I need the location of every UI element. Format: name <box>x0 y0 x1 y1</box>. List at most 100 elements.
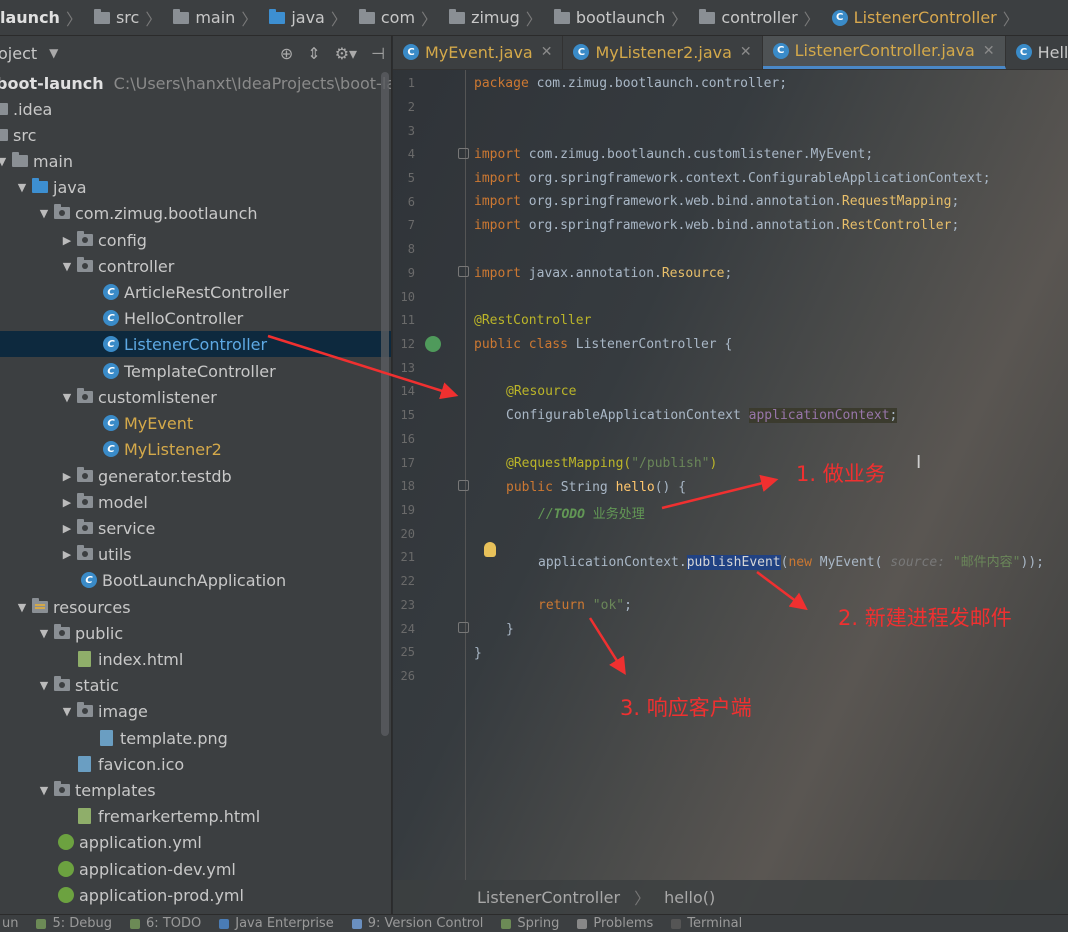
tree-item-application-yml[interactable]: application.yml <box>0 829 391 855</box>
tree-item-index-html[interactable]: index.html <box>0 646 391 672</box>
expand-arrow-icon[interactable]: ▼ <box>38 679 50 692</box>
close-icon[interactable]: ✕ <box>983 43 995 59</box>
project-view-selector[interactable]: oject <box>0 44 37 63</box>
tab-myevent[interactable]: C MyEvent.java ✕ <box>393 36 564 69</box>
close-icon[interactable]: ✕ <box>740 44 752 60</box>
code-line-9[interactable]: import javax.annotation.Resource; <box>474 266 732 281</box>
lightbulb-icon[interactable] <box>484 542 496 557</box>
toolbar-problems[interactable]: Problems <box>577 916 653 931</box>
fold-marker-icon[interactable] <box>458 266 469 277</box>
tree-item-config[interactable]: ▶ config <box>0 227 391 253</box>
collapse-arrow-icon[interactable]: ▶ <box>61 470 73 483</box>
close-icon[interactable]: ✕ <box>541 44 553 60</box>
toolbar-version-control[interactable]: 9: Version Control <box>351 916 483 931</box>
tree-item-myevent[interactable]: C MyEvent <box>0 410 391 436</box>
tree-item-fremarkertemp[interactable]: fremarkertemp.html <box>0 803 391 829</box>
settings-gear-icon[interactable]: ⚙▾ <box>335 44 357 63</box>
tree-item-java[interactable]: ▼ java <box>0 174 391 200</box>
code-line-17[interactable]: @RequestMapping("/publish") <box>506 456 717 471</box>
hide-panel-icon[interactable]: ⊣ <box>371 44 385 63</box>
fold-marker-icon[interactable] <box>458 480 469 491</box>
tree-item-hello-controller[interactable]: C HelloController <box>0 305 391 331</box>
nav-crumb-bootlaunch[interactable]: bootlaunch 〉 <box>542 6 687 30</box>
expand-arrow-icon[interactable]: ▼ <box>38 627 50 640</box>
tree-item-templates[interactable]: ▼ templates <box>0 777 391 803</box>
tree-item-controller[interactable]: ▼ controller <box>0 253 391 279</box>
code-line-21[interactable]: applicationContext.publishEvent(new MyEv… <box>538 551 1044 570</box>
tree-item-generator-testdb[interactable]: ▶ generator.testdb <box>0 463 391 489</box>
tab-hello-controller[interactable]: C HelloCont <box>1006 36 1068 69</box>
tree-item-listener-controller[interactable]: C ListenerController <box>0 331 391 357</box>
code-line-12[interactable]: public class ListenerController { <box>474 337 732 352</box>
tree-item-boot-launch-application[interactable]: C BootLaunchApplication <box>0 567 391 593</box>
tree-item-idea[interactable]: .idea <box>0 96 391 122</box>
code-line-1[interactable]: package com.zimug.bootlaunch.controller; <box>474 76 787 91</box>
expand-arrow-icon[interactable]: ▼ <box>16 601 28 614</box>
nav-crumb-main[interactable]: main 〉 <box>161 6 257 30</box>
code-line-23[interactable]: return "ok"; <box>538 598 632 613</box>
tree-item-package-root[interactable]: ▼ com.zimug.bootlaunch <box>0 200 391 226</box>
tree-item-main[interactable]: ▼ main <box>0 148 391 174</box>
tab-mylistener2[interactable]: C MyListener2.java ✕ <box>563 36 763 69</box>
nav-crumb-class[interactable]: C ListenerController 〉 <box>820 6 1019 30</box>
tree-item-image[interactable]: ▼ image <box>0 698 391 724</box>
nav-crumb-controller[interactable]: controller 〉 <box>687 6 820 30</box>
tree-item-utils[interactable]: ▶ utils <box>0 541 391 567</box>
expand-arrow-icon[interactable]: ▼ <box>61 705 73 718</box>
tree-item-root[interactable]: boot-launch C:\Users\hanxt\IdeaProjects\b… <box>0 70 391 96</box>
nav-crumb-src[interactable]: src 〉 <box>82 6 161 30</box>
collapse-arrow-icon[interactable]: ▶ <box>61 548 73 561</box>
collapse-all-icon[interactable]: ⇕ <box>307 44 320 63</box>
code-line-4[interactable]: import com.zimug.bootlaunch.customlisten… <box>474 147 873 162</box>
dropdown-arrow-icon[interactable]: ▼ <box>49 46 58 60</box>
expand-arrow-icon[interactable]: ▼ <box>0 155 8 168</box>
tree-item-customlistener[interactable]: ▼ customlistener <box>0 384 391 410</box>
code-line-19[interactable]: //TODO 业务处理 <box>538 503 645 522</box>
tree-item-public[interactable]: ▼ public <box>0 620 391 646</box>
nav-crumb-com[interactable]: com 〉 <box>347 6 437 30</box>
tab-listener-controller[interactable]: C ListenerController.java ✕ <box>762 36 1006 69</box>
nav-crumb-zimug[interactable]: zimug 〉 <box>437 6 542 30</box>
collapse-arrow-icon[interactable]: ▶ <box>61 496 73 509</box>
tree-item-src[interactable]: src <box>0 122 391 148</box>
expand-arrow-icon[interactable]: ▼ <box>16 181 28 194</box>
collapse-arrow-icon[interactable]: ▶ <box>61 522 73 535</box>
expand-arrow-icon[interactable]: ▼ <box>38 207 50 220</box>
code-line-6[interactable]: import org.springframework.web.bind.anno… <box>474 194 959 209</box>
code-line-25[interactable]: } <box>474 646 482 661</box>
toolbar-spring[interactable]: Spring <box>501 916 559 931</box>
tree-item-application-prod-yml[interactable]: application-prod.yml <box>0 882 391 908</box>
nav-crumb-project[interactable]: launch 〉 <box>0 6 82 30</box>
code-line-24[interactable]: } <box>506 622 514 637</box>
code-line-18[interactable]: public String hello() { <box>506 480 686 495</box>
tree-item-mylistener2[interactable]: C MyListener2 <box>0 436 391 462</box>
expand-arrow-icon[interactable]: ▼ <box>38 784 50 797</box>
project-scrollbar[interactable] <box>381 72 389 736</box>
fold-marker-icon[interactable] <box>458 148 469 159</box>
code-line-5[interactable]: import org.springframework.context.Confi… <box>474 171 991 186</box>
toolbar-run[interactable]: un <box>2 916 18 931</box>
code-line-7[interactable]: import org.springframework.web.bind.anno… <box>474 218 959 233</box>
locate-icon[interactable]: ⊕ <box>280 44 293 63</box>
tree-item-favicon[interactable]: favicon.ico <box>0 751 391 777</box>
tree-item-article-rest-controller[interactable]: C ArticleRestController <box>0 279 391 305</box>
collapse-arrow-icon[interactable]: ▶ <box>61 234 73 247</box>
code-line-15[interactable]: ConfigurableApplicationContext applicati… <box>506 408 898 423</box>
editor-gutter[interactable]: 1 2 3 4 5 6 7 8 9 10 11 12 13 14 15 16 1… <box>393 70 465 880</box>
tree-item-resources[interactable]: ▼ resources <box>0 594 391 620</box>
tree-item-template-controller[interactable]: C TemplateController <box>0 358 391 384</box>
toolbar-todo[interactable]: 6: TODO <box>130 916 201 931</box>
expand-arrow-icon[interactable]: ▼ <box>61 391 73 404</box>
fold-marker-icon[interactable] <box>458 622 469 633</box>
tree-item-template-png[interactable]: template.png <box>0 725 391 751</box>
toolbar-debug[interactable]: 5: Debug <box>36 916 112 931</box>
breadcrumb-class[interactable]: ListenerController <box>477 888 620 907</box>
tree-item-application-dev-yml[interactable]: application-dev.yml <box>0 856 391 882</box>
tree-item-service[interactable]: ▶ service <box>0 515 391 541</box>
breadcrumb-method[interactable]: hello() <box>664 888 715 907</box>
toolbar-terminal[interactable]: Terminal <box>671 916 742 931</box>
spring-bean-icon[interactable] <box>425 336 441 352</box>
toolbar-java-enterprise[interactable]: Java Enterprise <box>219 916 334 931</box>
nav-crumb-java[interactable]: java 〉 <box>257 6 347 30</box>
tree-item-static[interactable]: ▼ static <box>0 672 391 698</box>
